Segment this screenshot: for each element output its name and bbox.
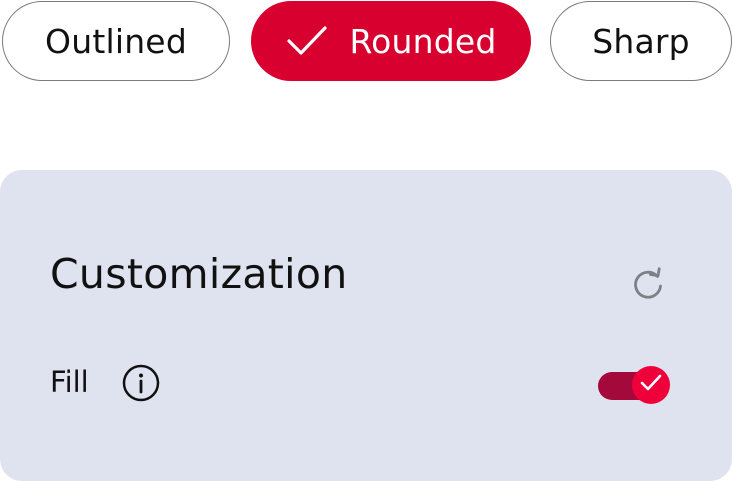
chip-rounded-label: Rounded — [349, 21, 497, 61]
customization-panel: Customization Fill — [0, 170, 732, 481]
info-icon — [121, 363, 161, 407]
style-chip-group: Outlined Rounded Sharp — [0, 0, 733, 84]
check-icon — [285, 24, 329, 58]
refresh-icon — [630, 266, 666, 306]
chip-rounded[interactable]: Rounded — [251, 1, 531, 81]
check-icon — [639, 373, 663, 397]
fill-toggle-thumb — [632, 366, 670, 404]
fill-label: Fill — [50, 365, 89, 399]
chip-sharp-label: Sharp — [592, 21, 690, 61]
reset-button[interactable] — [628, 266, 668, 306]
chip-sharp[interactable]: Sharp — [550, 1, 732, 81]
chip-outlined-label: Outlined — [45, 21, 187, 61]
panel-title: Customization — [50, 250, 348, 298]
fill-toggle[interactable] — [596, 364, 674, 406]
fill-info-button[interactable] — [121, 363, 161, 407]
chip-outlined[interactable]: Outlined — [2, 1, 230, 81]
